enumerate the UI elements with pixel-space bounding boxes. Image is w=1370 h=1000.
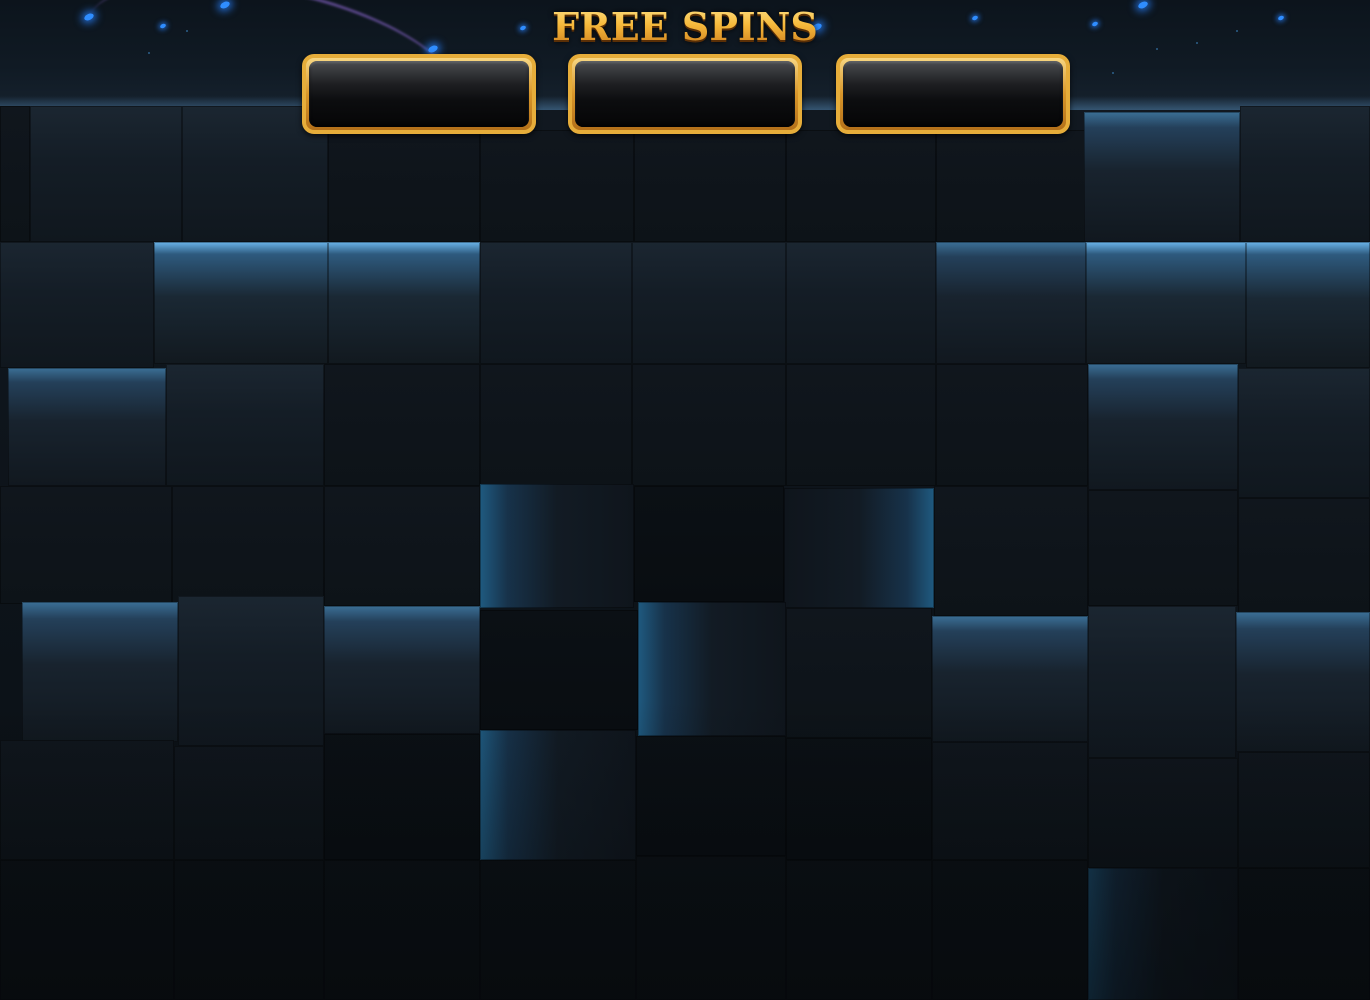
wall-cube (0, 106, 30, 242)
wall-cube (1088, 364, 1238, 490)
wall-cube (932, 616, 1088, 742)
wall-cube (934, 486, 1088, 616)
wall-cube (1088, 758, 1238, 868)
free-spins-counter-3 (836, 54, 1070, 134)
game-stage: FREE SPINS (0, 0, 1370, 1000)
wall-cube (1088, 490, 1238, 606)
wall-cube (154, 242, 328, 364)
wall-cube (324, 486, 480, 606)
wall-cube (634, 486, 784, 602)
wall-cube (932, 742, 1088, 860)
wall-cube (1240, 106, 1370, 242)
wall-cube (1238, 498, 1370, 614)
wall-cube (1246, 242, 1370, 368)
free-spins-counter-1 (302, 54, 536, 134)
wall-cube (786, 364, 936, 486)
wall-cube (174, 746, 324, 860)
wall-cube (0, 740, 174, 860)
wall-cube (30, 106, 182, 242)
wall-cube (936, 364, 1088, 486)
wall-cube (784, 488, 934, 608)
wall-cube (174, 860, 324, 1000)
wall-cube (638, 602, 786, 736)
wall-cube (786, 242, 936, 364)
wall-cube (480, 484, 634, 608)
wall-cube (8, 368, 166, 486)
wall-cube (936, 130, 1086, 242)
free-spins-title: FREE SPINS (0, 4, 1370, 50)
wall-cube (932, 860, 1088, 1000)
wall-cube (324, 606, 480, 734)
wall-cube (0, 860, 174, 1000)
wall-cube (636, 736, 786, 856)
wall-cube (480, 730, 636, 860)
wall-cube (632, 242, 786, 364)
wall-cube (1238, 868, 1370, 1000)
wall-cube (324, 860, 480, 1000)
wall-cube (324, 734, 480, 860)
wall-cube (328, 120, 480, 242)
wall-cube (632, 364, 786, 486)
wall-cube (328, 242, 480, 364)
free-spins-counter-2 (568, 54, 802, 134)
wall-cube (166, 364, 324, 486)
wall-cube (480, 242, 632, 364)
wall-cube (786, 860, 932, 1000)
wall-cube (324, 364, 480, 486)
wall-cube (480, 364, 632, 486)
star-dot (1112, 72, 1114, 74)
wall-cube (936, 242, 1086, 364)
wall-cube (480, 860, 636, 1000)
wall-cube (1238, 752, 1370, 868)
wall-cube (1088, 868, 1238, 1000)
wall-cube (22, 602, 178, 742)
wall-cube (1086, 242, 1246, 364)
wall-cube (0, 242, 154, 368)
wall-cube (1084, 112, 1240, 242)
wall-cube (178, 596, 324, 746)
wall-cube (480, 130, 634, 242)
wall-cube (636, 856, 786, 1000)
counter-display (843, 61, 1063, 127)
wall-cube (786, 738, 932, 860)
wall-cube (1238, 368, 1370, 498)
wall-cube (172, 486, 324, 604)
wall-cube (0, 486, 172, 604)
wall-cube (786, 608, 932, 738)
wall-cube (634, 130, 786, 242)
counter-display (575, 61, 795, 127)
wall-cube (786, 130, 936, 242)
wall-cube (1088, 606, 1236, 758)
wall-cube (480, 610, 638, 730)
star-dot (148, 52, 150, 54)
counter-display (309, 61, 529, 127)
wall-cube (1236, 612, 1370, 752)
